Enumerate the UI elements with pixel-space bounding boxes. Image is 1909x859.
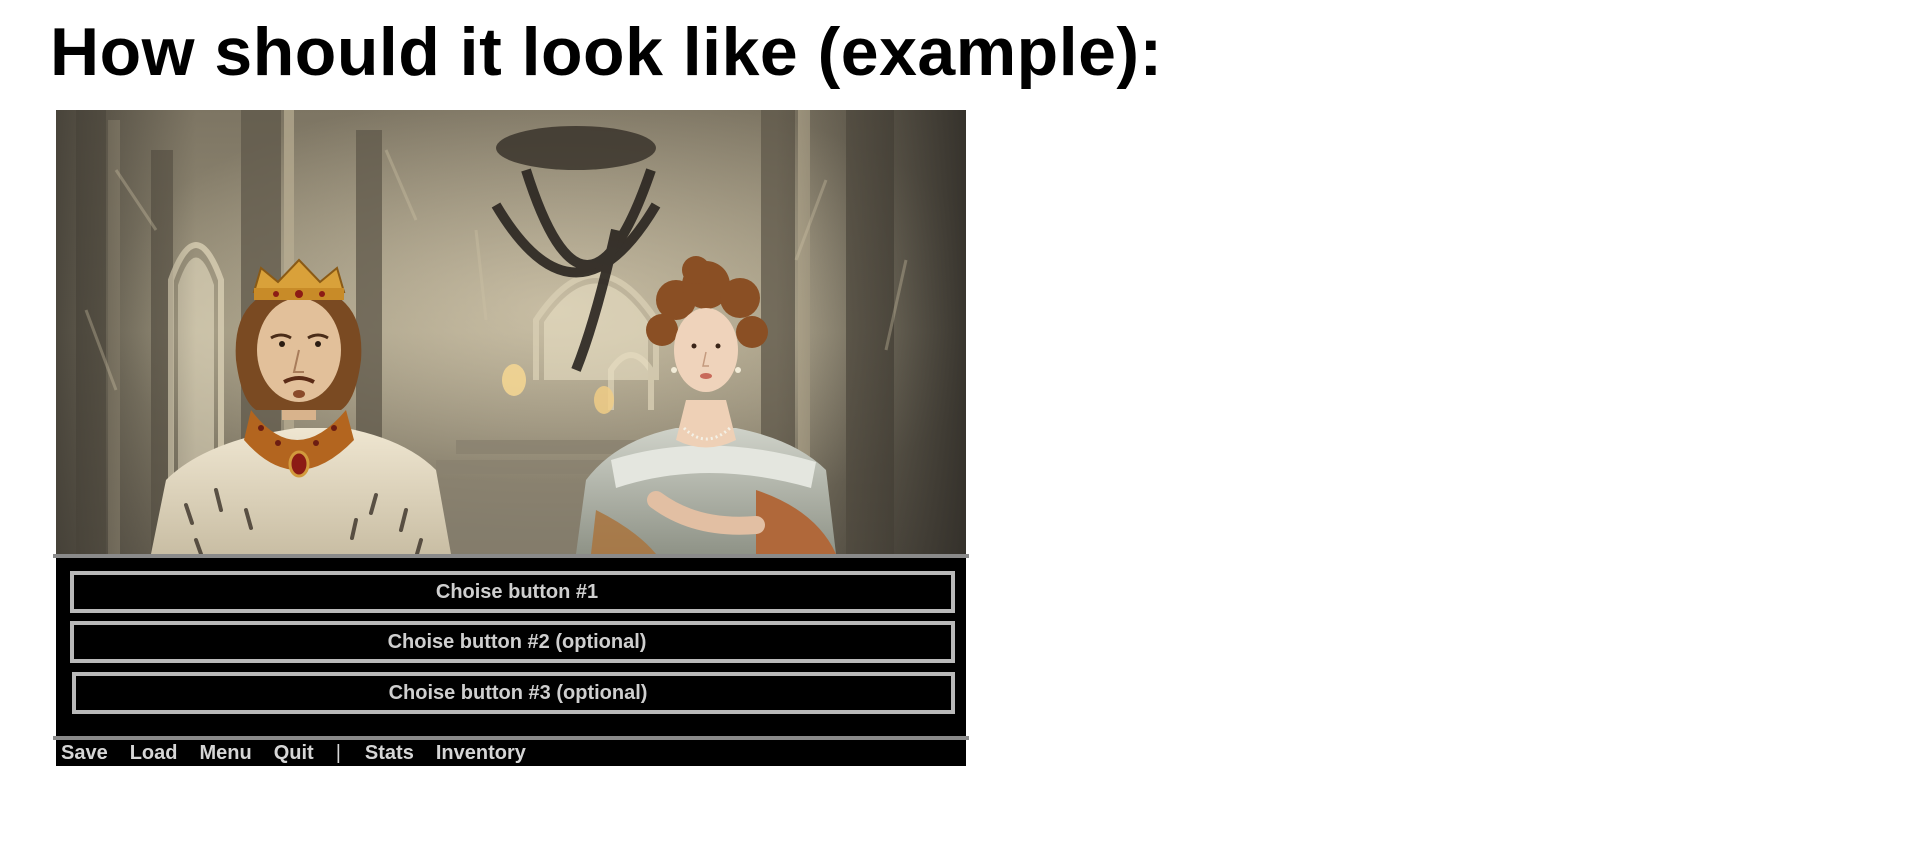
scene-image [56, 110, 966, 554]
menu-button[interactable]: Menu [200, 742, 252, 765]
choice-button-2[interactable]: Choise button #2 (optional) [70, 621, 955, 663]
stats-button[interactable]: Stats [365, 742, 414, 765]
load-button[interactable]: Load [130, 742, 178, 765]
choice-button-3[interactable]: Choise button #3 (optional) [72, 672, 955, 714]
inventory-button[interactable]: Inventory [436, 742, 526, 765]
page-heading: How should it look like (example): [50, 14, 1163, 90]
save-button[interactable]: Save [61, 742, 108, 765]
bottom-menu-bar: Save Load Menu Quit | Stats Inventory [61, 740, 526, 766]
game-window: Choise button #1 Choise button #2 (optio… [53, 110, 969, 766]
menu-separator: | [335, 741, 341, 764]
quit-button[interactable]: Quit [274, 742, 314, 765]
choice-button-1[interactable]: Choise button #1 [70, 571, 955, 613]
scene-divider [53, 554, 969, 558]
